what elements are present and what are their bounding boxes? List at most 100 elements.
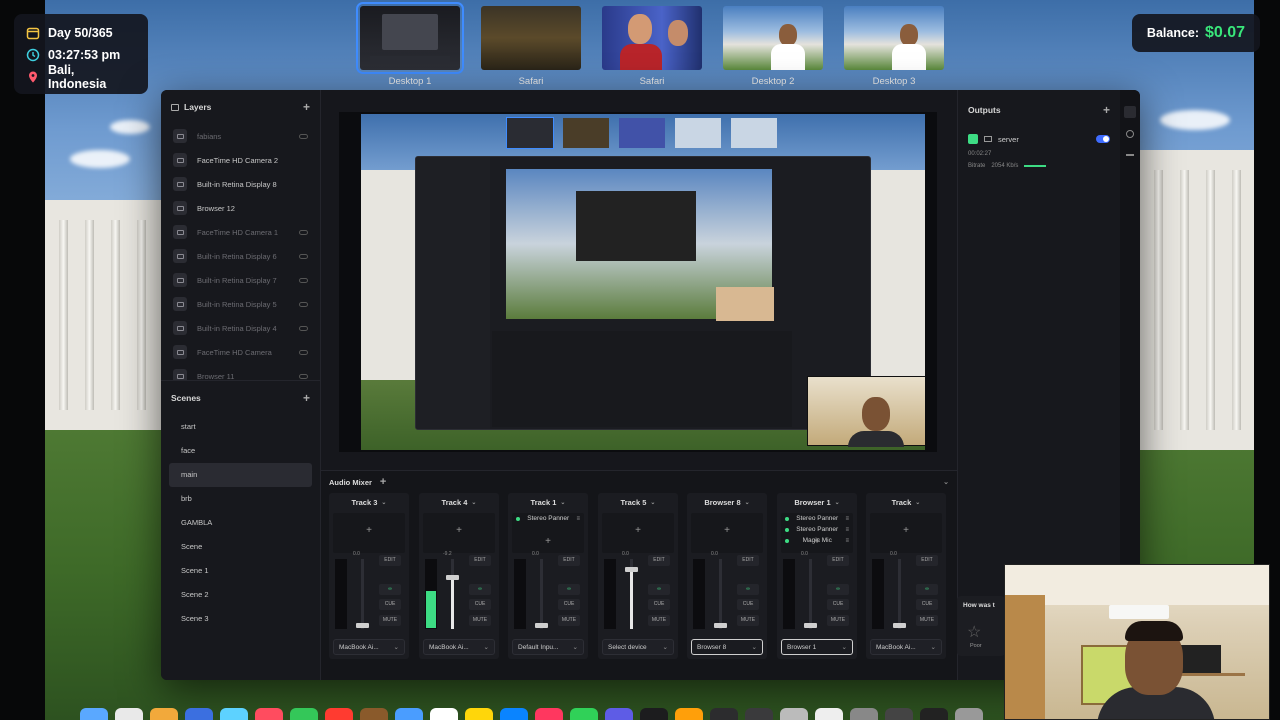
scene-item[interactable]: brb xyxy=(169,487,312,511)
input-device-select[interactable]: Select device ⌄ xyxy=(602,639,674,655)
dock-app-icon[interactable] xyxy=(395,708,423,720)
cue-button[interactable]: CUE xyxy=(648,599,670,610)
volume-fader[interactable] xyxy=(804,559,817,629)
fader-handle[interactable] xyxy=(356,623,369,628)
dock-app-icon[interactable] xyxy=(850,708,878,720)
add-layer-button[interactable]: + xyxy=(303,100,310,114)
scene-item[interactable]: start xyxy=(169,415,312,439)
space-thumbnail-safari-2[interactable]: Safari xyxy=(600,4,704,87)
edit-button[interactable]: EDIT xyxy=(737,555,759,566)
track-header[interactable]: Browser 8 ⌄ xyxy=(687,493,767,511)
edit-button[interactable]: EDIT xyxy=(827,555,849,566)
add-output-button[interactable]: + xyxy=(1103,103,1110,117)
track-header[interactable]: Track ⌄ xyxy=(866,493,946,511)
dock-app-icon[interactable] xyxy=(115,708,143,720)
dock-app-icon[interactable] xyxy=(185,708,213,720)
track-header[interactable]: Track 3 ⌄ xyxy=(329,493,409,511)
dock-app-icon[interactable] xyxy=(290,708,318,720)
volume-fader[interactable] xyxy=(356,559,369,629)
input-device-select[interactable]: MacBook Ai... ⌄ xyxy=(333,639,405,655)
link-icon[interactable] xyxy=(299,229,308,235)
volume-fader[interactable] xyxy=(893,559,906,629)
layer-item[interactable]: Browser 12 xyxy=(161,196,320,220)
add-effect-button[interactable]: + xyxy=(781,536,853,547)
menu-icon[interactable] xyxy=(1124,106,1136,118)
dock-app-icon[interactable] xyxy=(360,708,388,720)
dock-app-icon[interactable] xyxy=(220,708,248,720)
cue-button[interactable]: CUE xyxy=(558,599,580,610)
edit-button[interactable]: EDIT xyxy=(469,555,491,566)
link-icon[interactable] xyxy=(299,373,308,379)
space-thumbnail-safari-1[interactable]: Safari xyxy=(479,4,583,87)
dock-app-icon[interactable] xyxy=(570,708,598,720)
dock-app-icon[interactable] xyxy=(745,708,773,720)
add-effect-button[interactable]: + xyxy=(512,536,584,547)
space-thumbnail-desktop-3[interactable]: Desktop 3 xyxy=(842,4,946,87)
mute-button[interactable]: MUTE xyxy=(379,615,401,626)
fader-handle[interactable] xyxy=(714,623,727,628)
dock-app-icon[interactable] xyxy=(640,708,668,720)
scene-item[interactable]: GAMBLA xyxy=(169,511,312,535)
add-effect-button[interactable]: + xyxy=(423,525,495,547)
fader-handle[interactable] xyxy=(804,623,817,628)
cue-button[interactable]: CUE xyxy=(916,599,938,610)
dock-app-icon[interactable] xyxy=(325,708,353,720)
dock-app-icon[interactable] xyxy=(465,708,493,720)
input-device-select[interactable]: Default Inpu... ⌄ xyxy=(512,639,584,655)
link-icon[interactable] xyxy=(299,325,308,331)
scene-item[interactable]: Scene 3 xyxy=(169,607,312,631)
effect-item[interactable]: Stereo Panner ≡ xyxy=(512,513,584,524)
collapse-mixer-icon[interactable]: ⌄ xyxy=(943,478,949,486)
add-effect-button[interactable]: + xyxy=(333,525,405,547)
scene-item[interactable]: Scene 2 xyxy=(169,583,312,607)
fader-handle[interactable] xyxy=(625,567,638,572)
layer-item[interactable]: fabians xyxy=(161,124,320,148)
input-device-select[interactable]: MacBook Ai... ⌄ xyxy=(423,639,495,655)
mute-button[interactable]: MUTE xyxy=(737,615,759,626)
effect-settings-icon[interactable]: ≡ xyxy=(845,527,849,533)
scene-item[interactable]: Scene 1 xyxy=(169,559,312,583)
dock-app-icon[interactable] xyxy=(535,708,563,720)
mute-button[interactable]: MUTE xyxy=(648,615,670,626)
add-scene-button[interactable]: + xyxy=(303,391,310,405)
cue-button[interactable]: CUE xyxy=(827,599,849,610)
output-server-row[interactable]: server xyxy=(958,130,1120,148)
input-device-select[interactable]: MacBook Ai... ⌄ xyxy=(870,639,942,655)
dock-app-icon[interactable] xyxy=(815,708,843,720)
track-header[interactable]: Track 5 ⌄ xyxy=(598,493,678,511)
dock-app-icon[interactable] xyxy=(605,708,633,720)
layer-item[interactable]: Built-in Retina Display 5 xyxy=(161,292,320,316)
mute-button[interactable]: MUTE xyxy=(916,615,938,626)
volume-fader[interactable] xyxy=(535,559,548,629)
dock-app-icon[interactable] xyxy=(255,708,283,720)
cue-button[interactable]: CUE xyxy=(737,599,759,610)
link-icon[interactable] xyxy=(299,349,308,355)
input-device-select[interactable]: Browser 1 ⌄ xyxy=(781,639,853,655)
volume-fader[interactable] xyxy=(714,559,727,629)
link-icon[interactable]: ∞ xyxy=(916,584,938,595)
scene-item[interactable]: face xyxy=(169,439,312,463)
dock-app-icon[interactable] xyxy=(80,708,108,720)
layer-item[interactable]: FaceTime HD Camera 2 xyxy=(161,148,320,172)
dock-app-icon[interactable] xyxy=(780,708,808,720)
layer-item[interactable]: FaceTime HD Camera xyxy=(161,340,320,364)
add-effect-button[interactable]: + xyxy=(691,525,763,547)
scene-item[interactable]: main xyxy=(169,463,312,487)
effect-settings-icon[interactable]: ≡ xyxy=(845,516,849,522)
stream-preview-canvas[interactable] xyxy=(339,112,937,452)
dock-app-icon[interactable] xyxy=(150,708,178,720)
layer-item[interactable]: FaceTime HD Camera 1 xyxy=(161,220,320,244)
space-thumbnail-desktop-2[interactable]: Desktop 2 xyxy=(721,4,825,87)
link-icon[interactable] xyxy=(299,133,308,139)
add-effect-button[interactable]: + xyxy=(602,525,674,547)
chat-icon[interactable] xyxy=(1126,130,1134,138)
input-device-select[interactable]: Browser 8 ⌄ xyxy=(691,639,763,655)
scene-item[interactable]: Scene xyxy=(169,535,312,559)
fader-handle[interactable] xyxy=(535,623,548,628)
layer-item[interactable]: Built-in Retina Display 6 xyxy=(161,244,320,268)
cue-button[interactable]: CUE xyxy=(379,599,401,610)
link-icon[interactable]: ∞ xyxy=(737,584,759,595)
edit-button[interactable]: EDIT xyxy=(558,555,580,566)
volume-fader[interactable] xyxy=(446,559,459,629)
dock-app-icon[interactable] xyxy=(430,708,458,720)
